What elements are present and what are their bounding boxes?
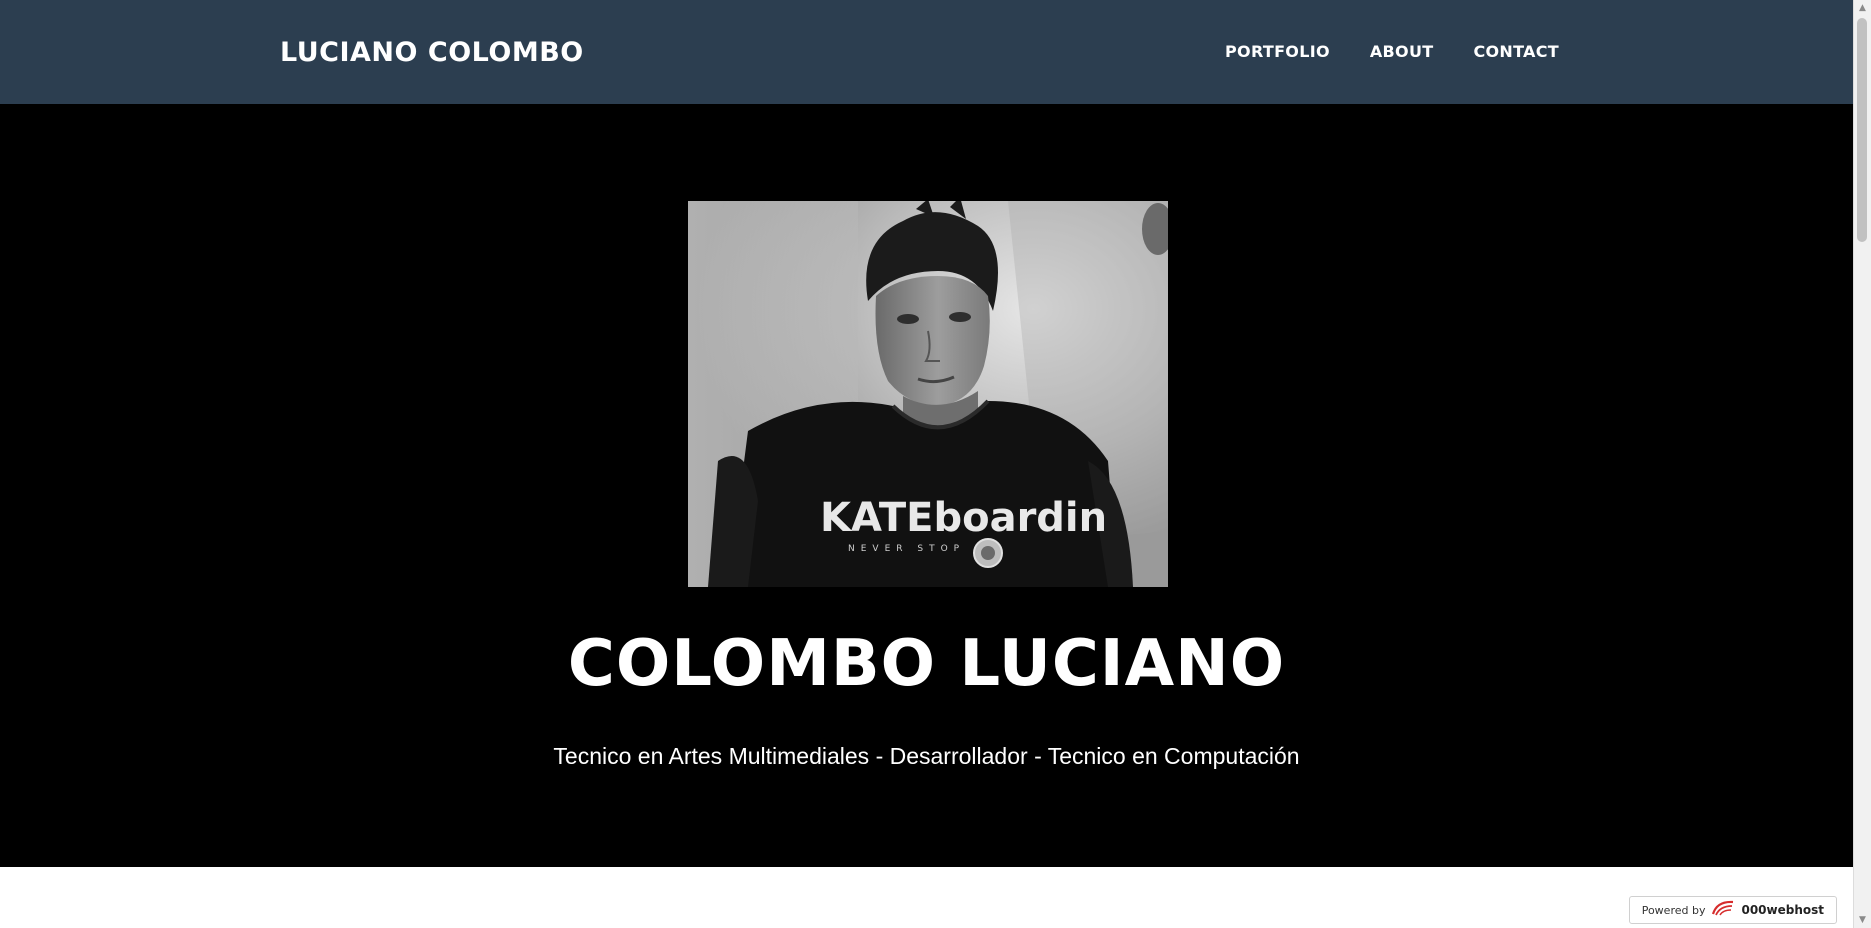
nav-link-contact[interactable]: CONTACT (1473, 40, 1559, 64)
page-viewport: LUCIANO COLOMBO PORTFOLIO ABOUT CONTACT (0, 0, 1853, 928)
vertical-scrollbar[interactable]: ▲ ▼ (1853, 0, 1871, 928)
scroll-up-arrow-icon[interactable]: ▲ (1854, 0, 1871, 16)
powered-by-brand: 000webhost (1741, 903, 1824, 917)
nav-link-portfolio[interactable]: PORTFOLIO (1225, 40, 1330, 64)
nav-link-about[interactable]: ABOUT (1370, 40, 1434, 64)
brand-link[interactable]: LUCIANO COLOMBO (280, 34, 584, 72)
hero-title: COLOMBO LUCIANO (567, 627, 1286, 701)
hero-subtitle: Tecnico en Artes Multimediales - Desarro… (553, 743, 1300, 769)
top-navbar: LUCIANO COLOMBO PORTFOLIO ABOUT CONTACT (0, 0, 1853, 104)
scroll-down-arrow-icon[interactable]: ▼ (1854, 912, 1871, 928)
shirt-print-text: KATEboardin (820, 495, 1107, 541)
nav-links: PORTFOLIO ABOUT CONTACT (1225, 40, 1559, 64)
000webhost-logo-icon (1711, 899, 1735, 922)
profile-photo-image: KATEboardin NEVER STOP (688, 201, 1168, 587)
hero-section: KATEboardin NEVER STOP COLOMBO LUCIANO T… (0, 104, 1853, 867)
powered-by-label: Powered by (1641, 903, 1706, 917)
powered-by-badge[interactable]: Powered by 000webhost (1628, 896, 1837, 924)
profile-photo: KATEboardin NEVER STOP (688, 201, 1168, 587)
scrollbar-thumb[interactable] (1857, 18, 1867, 242)
shirt-print-subtext: NEVER STOP (848, 544, 965, 554)
